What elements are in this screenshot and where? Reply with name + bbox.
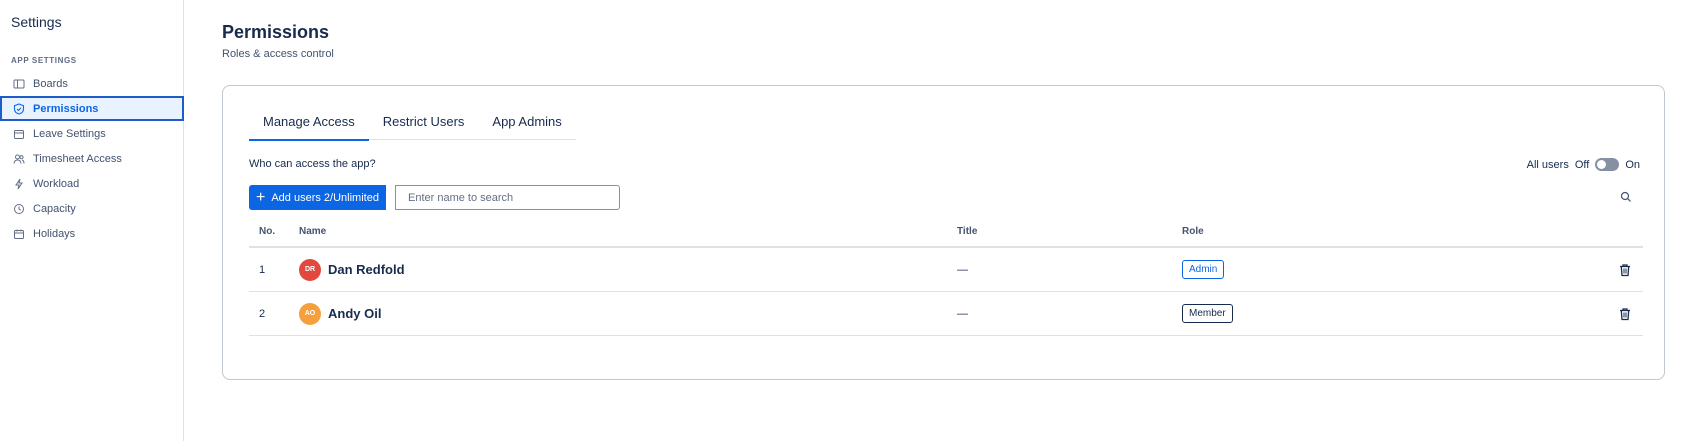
sidebar-title: Settings [11,14,62,30]
tab-restrict-users[interactable]: Restrict Users [369,108,479,140]
page-subtitle: Roles & access control [222,48,334,60]
users-table: No. Name Title Role 1 DR Dan Redfold — A… [249,216,1643,336]
search-icon[interactable] [1620,191,1632,203]
tab-bar: Manage Access Restrict Users App Admins [249,108,576,141]
tab-app-admins[interactable]: App Admins [478,108,575,140]
user-title: — [957,263,968,276]
tab-manage-access[interactable]: Manage Access [249,108,369,141]
header-name: Name [299,225,327,237]
users-icon [13,153,25,165]
all-users-label: All users [1526,158,1569,171]
permissions-card: Manage Access Restrict Users App Admins … [222,85,1665,380]
role-badge[interactable]: Admin [1182,260,1225,279]
add-users-label: Add users 2/Unlimited [271,191,379,204]
table-row: 1 DR Dan Redfold — Admin [249,248,1643,292]
sidebar-item-label: Capacity [33,202,76,215]
sidebar-item-boards[interactable]: Boards [0,71,184,96]
board-icon [13,78,25,90]
shield-icon [13,102,25,115]
sidebar-item-leave-settings[interactable]: Leave Settings [0,121,184,146]
table-header: No. Name Title Role [249,216,1643,248]
sidebar-item-label: Holidays [33,227,76,240]
sidebar-item-label: Workload [33,177,80,190]
calendar-icon [13,228,25,240]
sidebar-item-holidays[interactable]: Holidays [0,221,184,246]
role-badge[interactable]: Member [1182,304,1233,323]
user-title: — [957,307,968,320]
main-content: Permissions Roles & access control Manag… [184,0,1698,441]
table-row: 2 AO Andy Oil — Member [249,292,1643,336]
avatar: DR [299,258,321,281]
user-name: Dan Redfold [328,262,405,277]
all-users-toggle-group: All users Off On [1527,158,1640,171]
row-number: 1 [259,263,266,276]
header-no: No. [259,225,276,237]
page-title: Permissions [222,22,330,42]
plus-icon: + [256,188,266,206]
sidebar-item-label: Boards [33,77,68,90]
calendar-icon [13,128,25,140]
lightning-icon [13,178,25,190]
sidebar-item-label: Permissions [33,102,99,115]
sidebar-section-label: APP SETTINGS [11,56,77,65]
row-number: 2 [259,307,266,320]
sidebar-item-timesheet-access[interactable]: Timesheet Access [0,146,184,171]
add-users-button[interactable]: + Add users 2/Unlimited [249,185,386,210]
header-title: Title [957,225,978,237]
sidebar-item-label: Leave Settings [33,127,106,140]
all-users-toggle[interactable] [1595,158,1620,171]
toggle-on-label: On [1625,158,1640,171]
sidebar-nav: Boards Permissions Leave Settings Timesh… [0,71,184,246]
avatar: AO [299,302,321,325]
access-question: Who can access the app? [249,158,376,170]
toggle-off-label: Off [1574,158,1590,171]
sidebar: Settings APP SETTINGS Boards Permissions… [0,0,184,441]
clock-icon [13,203,25,215]
trash-icon[interactable] [1618,307,1632,321]
sidebar-item-permissions[interactable]: Permissions [0,96,184,121]
user-name: Andy Oil [328,306,382,321]
sidebar-item-label: Timesheet Access [33,152,122,165]
trash-icon[interactable] [1618,263,1632,277]
sidebar-item-workload[interactable]: Workload [0,171,184,196]
search-input[interactable] [395,185,620,210]
header-role: Role [1182,225,1204,237]
sidebar-item-capacity[interactable]: Capacity [0,196,184,221]
